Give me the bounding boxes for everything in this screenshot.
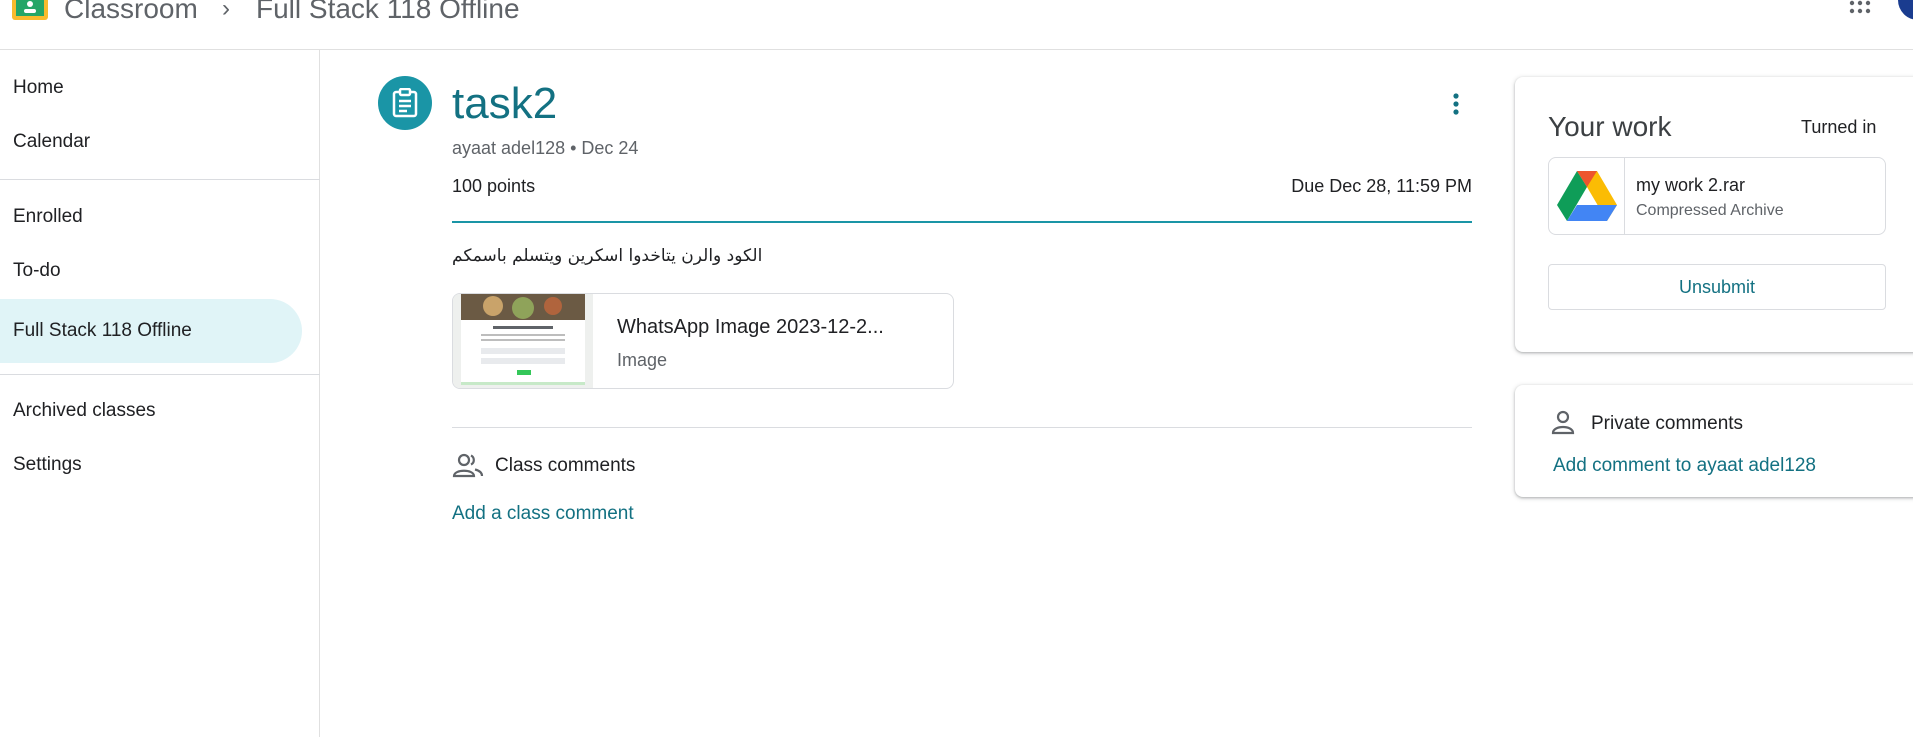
- private-comments-label: Private comments: [1591, 413, 1744, 434]
- people-icon: [452, 453, 484, 478]
- file-name: my work 2.rar: [1636, 175, 1746, 195]
- submission-status: Turned in: [1801, 117, 1877, 137]
- sidebar-item-label: Full Stack 118 Offline: [13, 320, 192, 341]
- attachment-type: Image: [617, 350, 668, 370]
- class-comments-label: Class comments: [495, 455, 636, 476]
- sidebar-item-label: Home: [13, 77, 64, 98]
- attachment-card[interactable]: WhatsApp Image 2023-12-2... Image: [452, 293, 954, 389]
- breadcrumb-app[interactable]: Classroom: [64, 0, 198, 26]
- add-private-comment-link[interactable]: Add comment to ayaat adel128: [1553, 455, 1816, 477]
- sidebar-item-label: Settings: [13, 454, 82, 475]
- your-work-card: Your work Turned in my work 2.rar Compre…: [1515, 77, 1913, 352]
- sidebar-item-calendar[interactable]: Calendar: [0, 110, 302, 174]
- sidebar-item-label: Enrolled: [13, 206, 83, 227]
- person-icon: [1551, 410, 1575, 435]
- comments-divider: [452, 427, 1472, 428]
- image-thumbnail-icon: [453, 294, 593, 388]
- attachment-thumbnail: [453, 294, 593, 388]
- page-title: task2: [452, 79, 558, 128]
- assignment-icon: [378, 76, 432, 130]
- assignment-meta: ayaat adel128 • Dec 24: [452, 138, 639, 158]
- assignment-description: الكود والرن يتاخدوا اسكرين ويتسلم باسمكم: [452, 246, 763, 266]
- private-comments-card: Private comments Add comment to ayaat ad…: [1515, 385, 1913, 497]
- sidebar-item-full-stack-118-offline[interactable]: Full Stack 118 Offline: [0, 299, 302, 363]
- apps-grid-icon[interactable]: [1848, 0, 1872, 20]
- avatar[interactable]: [1898, 0, 1913, 20]
- header-divider: [452, 221, 1472, 223]
- more-vert-icon: [1453, 93, 1459, 115]
- sidebar-divider: [0, 374, 320, 375]
- sidebar-item-todo[interactable]: To-do: [0, 239, 302, 303]
- sidebar: Home Calendar Enrolled To-do Full Stack …: [0, 50, 320, 737]
- sidebar-item-settings[interactable]: Settings: [0, 433, 302, 497]
- sidebar-item-label: Archived classes: [13, 400, 156, 421]
- attachment-name: WhatsApp Image 2023-12-2...: [617, 316, 884, 338]
- sidebar-divider: [0, 179, 320, 180]
- submitted-file-card[interactable]: my work 2.rar Compressed Archive: [1548, 157, 1886, 235]
- file-thumbnail: [1549, 158, 1625, 234]
- assignment-points: 100 points: [452, 176, 536, 196]
- classroom-logo-icon[interactable]: [12, 0, 48, 20]
- breadcrumb-chevron-icon: ›: [222, 0, 230, 22]
- unsubmit-button[interactable]: Unsubmit: [1548, 264, 1886, 310]
- google-drive-icon: [1556, 171, 1617, 221]
- your-work-title: Your work: [1548, 111, 1672, 142]
- file-type: Compressed Archive: [1636, 202, 1784, 219]
- more-options-button[interactable]: [1440, 88, 1472, 120]
- top-bar: Classroom › Full Stack 118 Offline: [0, 0, 1913, 50]
- assignment-due-date: Due Dec 28, 11:59 PM: [1291, 176, 1472, 196]
- sidebar-item-label: To-do: [13, 260, 61, 281]
- clipboard-icon: [392, 88, 418, 118]
- breadcrumb-class[interactable]: Full Stack 118 Offline: [256, 0, 520, 26]
- sidebar-item-label: Calendar: [13, 131, 91, 152]
- add-class-comment-link[interactable]: Add a class comment: [452, 503, 634, 525]
